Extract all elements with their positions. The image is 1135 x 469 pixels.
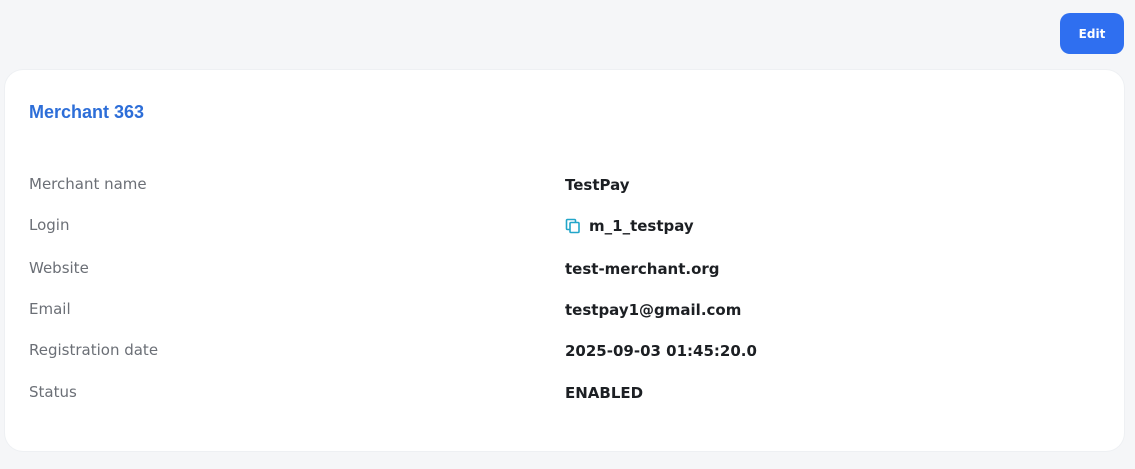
status-value: ENABLED — [565, 384, 644, 402]
registration-date-value: 2025-09-03 01:45:20.0 — [565, 342, 757, 360]
detail-row-status: Status ENABLED — [5, 383, 1124, 413]
detail-label: Merchant name — [29, 175, 147, 193]
page: Edit Merchant 363 Merchant name TestPay … — [0, 0, 1135, 469]
login-value-wrapper: m_1_testpay — [565, 217, 694, 235]
detail-row-registration-date: Registration date 2025-09-03 01:45:20.0 — [5, 341, 1124, 371]
detail-row-merchant-name: Merchant name TestPay — [5, 175, 1124, 205]
page-title: Merchant 363 — [29, 102, 145, 122]
merchant-name-value: TestPay — [565, 176, 630, 194]
detail-label: Email — [29, 300, 71, 318]
email-value: testpay1@gmail.com — [565, 301, 742, 319]
detail-label: Registration date — [29, 341, 159, 359]
detail-label: Website — [29, 259, 89, 277]
merchant-details-card: Merchant 363 Merchant name TestPay Login… — [5, 70, 1124, 451]
detail-row-email: Email testpay1@gmail.com — [5, 300, 1124, 330]
login-value: m_1_testpay — [589, 217, 694, 235]
edit-button[interactable]: Edit — [1060, 13, 1124, 54]
copy-icon[interactable] — [565, 218, 581, 234]
website-value: test-merchant.org — [565, 260, 720, 278]
detail-row-login: Login m_1_testpay — [5, 216, 1124, 246]
detail-label: Login — [29, 216, 70, 234]
detail-row-website: Website test-merchant.org — [5, 259, 1124, 289]
detail-label: Status — [29, 383, 77, 401]
